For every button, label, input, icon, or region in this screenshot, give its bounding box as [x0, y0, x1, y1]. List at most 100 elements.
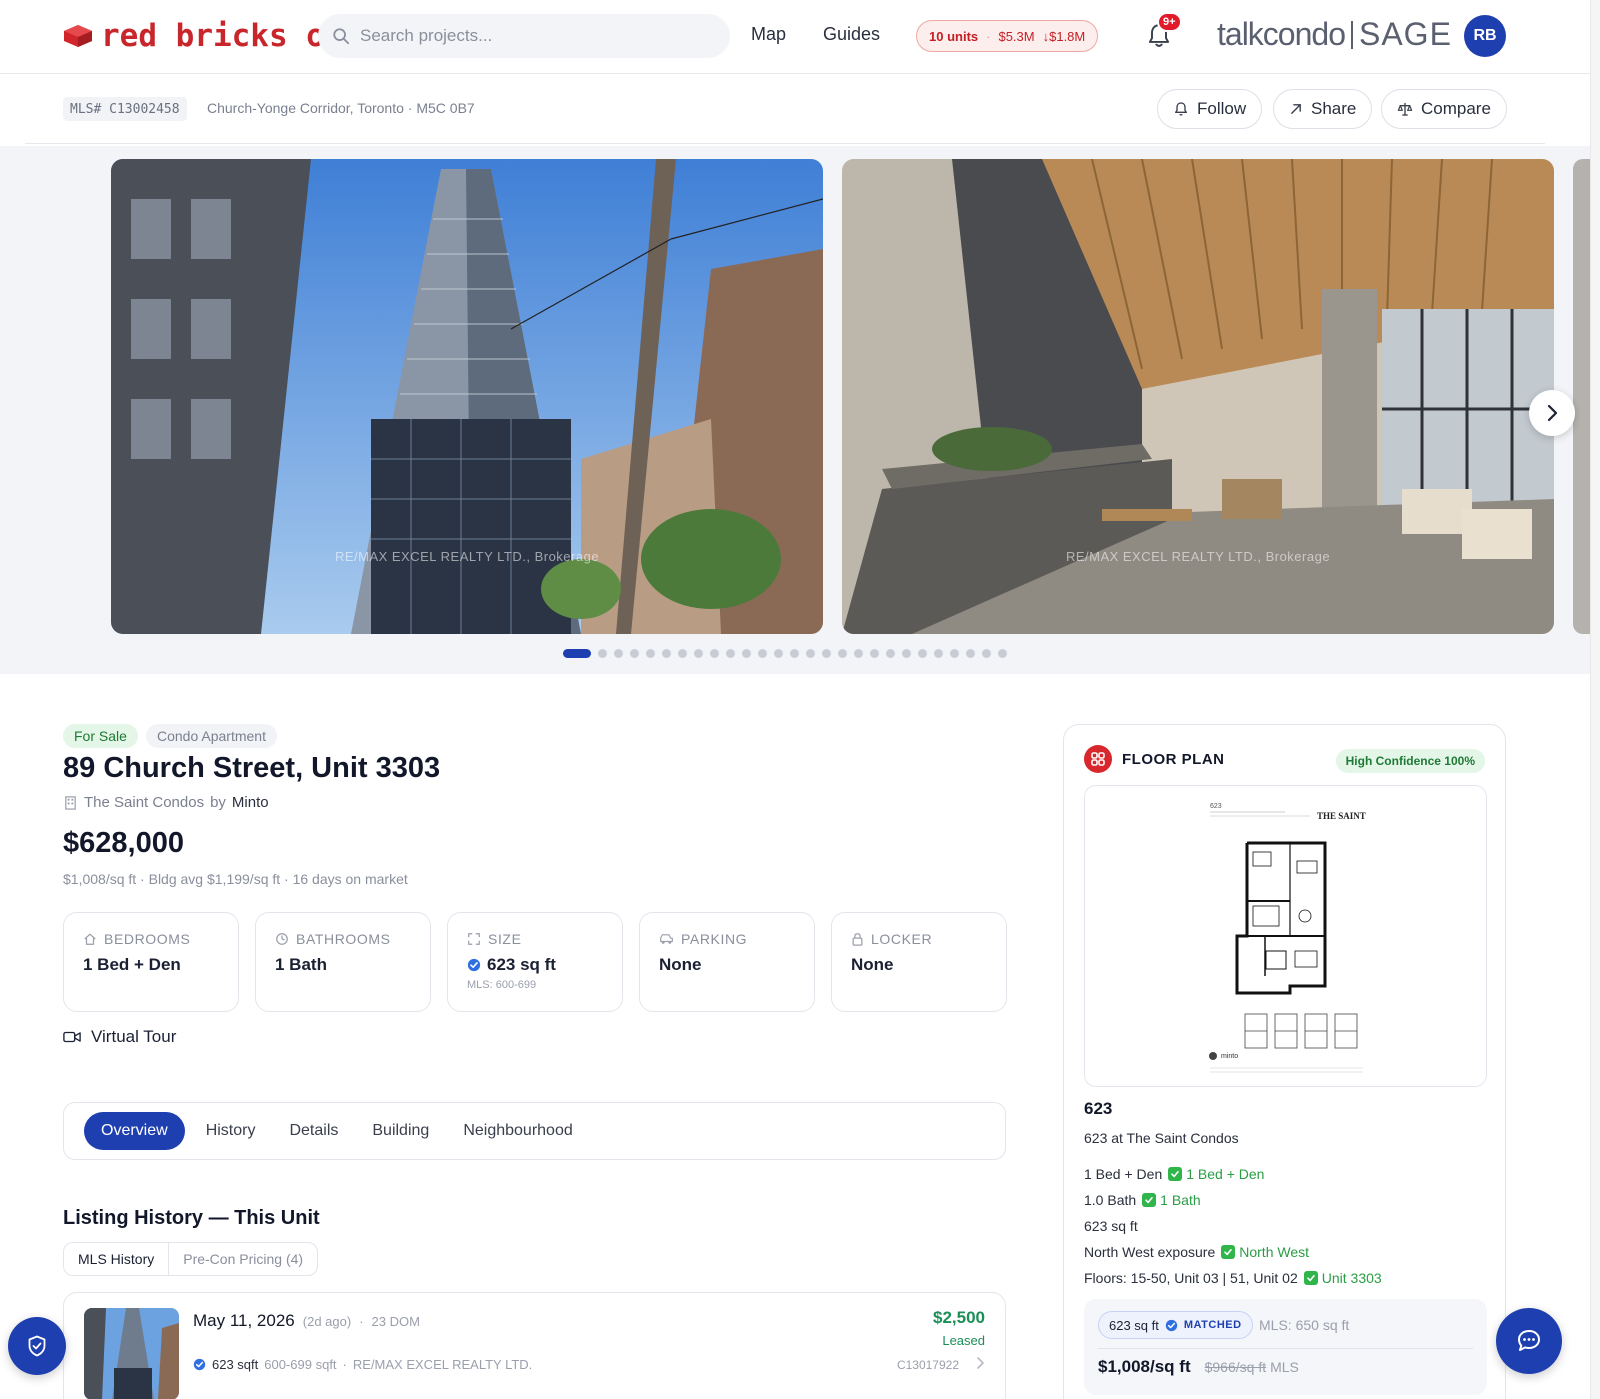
partner-product: SAGE [1358, 16, 1452, 52]
search-bar[interactable] [318, 14, 730, 58]
follow-button[interactable]: Follow [1157, 89, 1263, 129]
history-thumbnail [84, 1308, 179, 1399]
developer-link[interactable]: Minto [232, 794, 269, 811]
fp-row-match: Unit 3303 [1321, 1270, 1382, 1286]
gallery-dot[interactable] [982, 648, 991, 658]
mls-number-chip: MLS# C13002458 [63, 97, 187, 121]
gallery-dot[interactable] [774, 648, 783, 658]
portfolio-change: ↓$1.8M [1042, 28, 1086, 44]
gallery-photo-peek[interactable] [1573, 159, 1590, 634]
chat-bubble-icon [1518, 1330, 1540, 1351]
share-arrow-icon [1291, 104, 1301, 114]
tab-history[interactable]: History [189, 1112, 273, 1150]
logo-text: red bricks os [101, 18, 344, 54]
gallery-dot[interactable] [918, 648, 927, 658]
mls-label: MLS [1270, 1359, 1299, 1375]
history-separator: · [359, 1314, 364, 1329]
building-icon [65, 796, 76, 810]
shield-fab-button[interactable] [8, 1317, 66, 1375]
gallery-dot[interactable] [726, 648, 735, 658]
gallery-dot[interactable] [662, 648, 671, 658]
photo-watermark: RE/MAX EXCEL REALTY LTD., Brokerage [334, 549, 600, 564]
gallery-dot[interactable] [790, 648, 799, 658]
gallery-dot[interactable] [563, 648, 591, 658]
floor-plan-title: FLOOR PLAN [1122, 750, 1225, 768]
spec-card-locker: LOCKER None [831, 912, 1007, 1012]
gallery-next-button[interactable] [1529, 390, 1575, 436]
tab-neighbourhood[interactable]: Neighbourhood [446, 1112, 589, 1150]
history-mls: C13017922 [896, 1358, 959, 1372]
gallery-dot[interactable] [886, 648, 895, 658]
virtual-tour-link[interactable]: Virtual Tour [63, 1027, 176, 1047]
gallery-dot[interactable] [806, 648, 815, 658]
gallery-dot[interactable] [598, 648, 607, 658]
gallery-dot[interactable] [966, 648, 975, 658]
fp-row-text: 1.0 Bath [1084, 1192, 1137, 1208]
match-label: MATCHED [1183, 1319, 1242, 1331]
gallery-dot[interactable] [742, 648, 751, 658]
gallery-dot[interactable] [758, 648, 767, 658]
tab-building[interactable]: Building [355, 1112, 446, 1150]
verified-check-icon [193, 1358, 206, 1371]
floor-plan-brand: THE SAINT [1317, 811, 1366, 821]
section-tabs: Overview History Details Building Neighb… [63, 1102, 1006, 1160]
spec-label: BATHROOMS [296, 931, 391, 947]
scale-icon [1397, 103, 1413, 116]
subtab-precon-pricing[interactable]: Pre-Con Pricing (4) [169, 1243, 317, 1275]
nav-guides-link[interactable]: Guides [823, 24, 880, 45]
check-icon [1303, 1271, 1318, 1285]
search-input[interactable] [360, 26, 700, 46]
history-status: Leased [942, 1333, 985, 1348]
partner-name: talkcondo [1217, 16, 1346, 52]
gallery-dot[interactable] [822, 648, 831, 658]
logo[interactable]: red bricks os [63, 18, 344, 54]
compare-button[interactable]: Compare [1381, 89, 1507, 129]
tab-details[interactable]: Details [272, 1112, 355, 1150]
chat-fab-button[interactable] [1496, 1308, 1562, 1374]
history-subtabs: MLS History Pre-Con Pricing (4) [63, 1242, 319, 1276]
floor-plan-drawing: 623 THE SAINT minto [1085, 786, 1486, 1086]
bath-icon [276, 933, 288, 945]
history-price: $2,500 [933, 1308, 985, 1327]
floor-plan-row-bathrooms: 1.0 Bath 1 Bath [1084, 1192, 1201, 1208]
shield-check-icon [28, 1335, 46, 1357]
floor-plan-row-bedrooms: 1 Bed + Den 1 Bed + Den [1084, 1166, 1264, 1182]
gallery-dot[interactable] [870, 648, 879, 658]
spec-note: MLS: 600-699 [467, 979, 537, 991]
gallery-dot[interactable] [998, 648, 1007, 658]
gallery-dot[interactable] [646, 648, 655, 658]
gallery-dot[interactable] [694, 648, 703, 658]
gallery-dot[interactable] [630, 648, 639, 658]
history-ago: (2d ago) [302, 1314, 352, 1329]
gallery-dot[interactable] [614, 648, 623, 658]
share-button[interactable]: Share [1273, 89, 1373, 129]
gallery-photo-exterior[interactable]: RE/MAX EXCEL REALTY LTD., Brokerage [111, 159, 823, 634]
floor-plan-image[interactable]: 623 THE SAINT minto [1084, 785, 1487, 1087]
gallery-dot[interactable] [838, 648, 847, 658]
gallery-dot[interactable] [950, 648, 959, 658]
nav-map-link[interactable]: Map [751, 24, 786, 45]
page-scrollbar[interactable] [1590, 0, 1600, 1399]
portfolio-summary-pill[interactable]: 10 units · $5.3M ↓$1.8M [916, 20, 1099, 52]
match-sqft: 623 sq ft [1109, 1317, 1159, 1333]
history-entry[interactable]: May 11, 2026 (2d ago) · 23 DOM 623 sqft … [63, 1292, 1006, 1399]
gallery-dot[interactable] [710, 648, 719, 658]
lock-icon [852, 933, 863, 946]
gallery-photo-lobby[interactable]: RE/MAX EXCEL REALTY LTD., Brokerage [842, 159, 1554, 634]
partner-brand[interactable]: talkcondo SAGE [1217, 16, 1452, 53]
share-label: Share [1311, 99, 1357, 118]
floor-plan-logo-text: minto [1221, 1053, 1238, 1060]
check-icon [1221, 1245, 1236, 1259]
gallery-dot[interactable] [678, 648, 687, 658]
gallery-dot[interactable] [854, 648, 863, 658]
tab-overview[interactable]: Overview [84, 1112, 185, 1150]
gallery-dot[interactable] [934, 648, 943, 658]
gallery-dot[interactable] [902, 648, 911, 658]
user-avatar[interactable]: RB [1464, 15, 1506, 57]
spec-value: 1 Bath [275, 955, 327, 974]
spec-value: None [659, 955, 702, 974]
project-name-link[interactable]: The Saint Condos [84, 794, 204, 811]
status-badge: For Sale [63, 724, 138, 748]
subtab-mls-history[interactable]: MLS History [64, 1243, 170, 1275]
chevron-right-icon[interactable] [975, 1356, 985, 1370]
